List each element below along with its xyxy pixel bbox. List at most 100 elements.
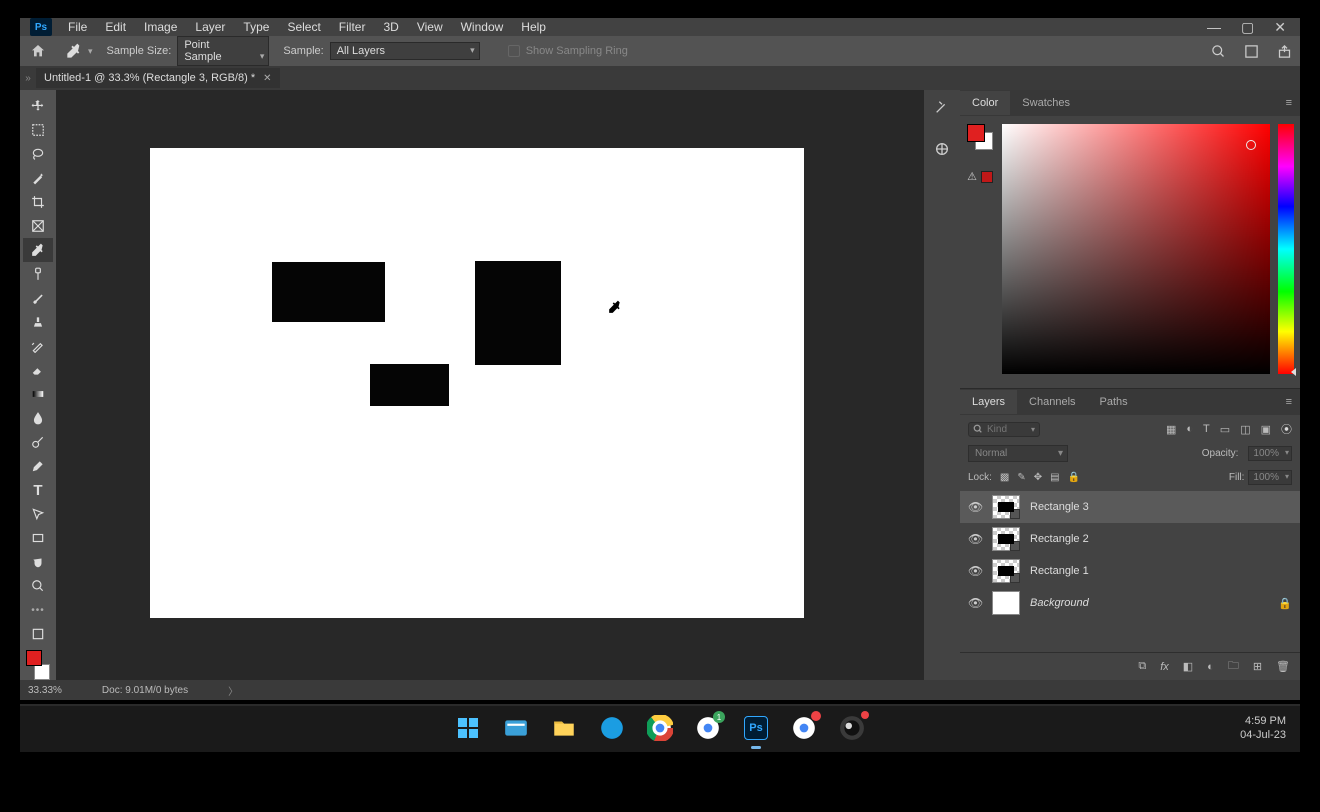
layer-name[interactable]: Background — [1030, 597, 1089, 609]
layer-item-background[interactable]: 👁 Background 🔒 — [960, 587, 1300, 619]
edge-browser-icon[interactable] — [597, 713, 627, 743]
menu-file[interactable]: File — [68, 20, 87, 34]
canvas[interactable] — [150, 148, 804, 618]
menu-select[interactable]: Select — [287, 20, 320, 34]
rectangle-shape-tool[interactable] — [23, 526, 53, 550]
lock-pixels-icon[interactable]: ✎ — [1017, 472, 1025, 483]
layer-name[interactable]: Rectangle 1 — [1030, 565, 1089, 577]
visibility-toggle-icon[interactable]: 👁 — [968, 532, 982, 546]
magic-wand-tool[interactable] — [23, 166, 53, 190]
blur-tool[interactable] — [23, 406, 53, 430]
doc-info[interactable]: Doc: 9.01M/0 bytes — [102, 685, 188, 696]
obs-icon[interactable] — [837, 713, 867, 743]
filter-shape-icon[interactable]: ▭ — [1220, 423, 1230, 436]
color-panel-fgbg[interactable] — [967, 124, 993, 150]
eraser-tool[interactable] — [23, 358, 53, 382]
swatches-tab[interactable]: Swatches — [1010, 91, 1082, 115]
chrome-profile-icon[interactable]: 1 — [693, 713, 723, 743]
brush-tool[interactable] — [23, 286, 53, 310]
sample-size-dropdown[interactable]: Point Sample — [177, 36, 269, 66]
layer-name[interactable]: Rectangle 3 — [1030, 501, 1089, 513]
lock-transparency-icon[interactable]: ▩ — [1000, 472, 1009, 483]
layers-panel-menu-icon[interactable]: ≡ — [1286, 396, 1300, 408]
layer-thumbnail[interactable] — [992, 559, 1020, 583]
link-layers-icon[interactable]: ⧉ — [1138, 660, 1146, 673]
filter-toggle-icon[interactable]: ⦿ — [1281, 421, 1292, 437]
sample-dropdown[interactable]: All Layers — [330, 42, 480, 60]
layers-tab[interactable]: Layers — [960, 390, 1017, 414]
gamut-warning[interactable]: ⚠ — [967, 170, 993, 183]
layer-name[interactable]: Rectangle 2 — [1030, 533, 1089, 545]
search-icon[interactable] — [1211, 44, 1226, 59]
canvas-viewport[interactable] — [56, 90, 924, 680]
frame-icon[interactable] — [1244, 44, 1259, 59]
screen-mode-icon[interactable] — [23, 622, 53, 646]
clone-stamp-tool[interactable] — [23, 310, 53, 334]
eyedropper-tool-indicator-icon[interactable] — [62, 41, 86, 61]
menu-window[interactable]: Window — [461, 20, 504, 34]
menu-image[interactable]: Image — [144, 20, 177, 34]
filter-type-icon[interactable]: T — [1203, 423, 1210, 435]
crop-tool[interactable] — [23, 190, 53, 214]
new-layer-icon[interactable]: ⊞ — [1253, 660, 1262, 673]
minimize-button[interactable]: — — [1207, 19, 1221, 36]
filter-artboard-icon[interactable]: ▣ — [1261, 423, 1271, 436]
taskbar-app-1[interactable] — [501, 713, 531, 743]
foreground-background-color[interactable] — [23, 650, 53, 680]
lasso-tool[interactable] — [23, 142, 53, 166]
chrome-alt-icon[interactable] — [789, 713, 819, 743]
status-caret-icon[interactable]: 〉 — [228, 683, 238, 698]
system-tray-clock[interactable]: 4:59 PM 04-Jul-23 — [1240, 714, 1286, 742]
close-tab-icon[interactable]: ✕ — [263, 73, 271, 84]
visibility-toggle-icon[interactable]: 👁 — [968, 596, 982, 610]
blend-mode-dropdown[interactable]: Normal — [968, 445, 1068, 462]
filter-pixel-icon[interactable]: ▦ — [1166, 423, 1176, 436]
gradient-tool[interactable] — [23, 382, 53, 406]
history-brush-tool[interactable] — [23, 334, 53, 358]
fill-input[interactable]: 100% — [1248, 470, 1292, 485]
channels-tab[interactable]: Channels — [1017, 390, 1087, 414]
opacity-input[interactable]: 100% — [1248, 446, 1292, 461]
menu-edit[interactable]: Edit — [105, 20, 126, 34]
path-selection-tool[interactable] — [23, 502, 53, 526]
zoom-level[interactable]: 33.33% — [28, 685, 62, 696]
visibility-toggle-icon[interactable]: 👁 — [968, 500, 982, 514]
edit-toolbar-icon[interactable]: ••• — [23, 598, 53, 622]
color-panel-menu-icon[interactable]: ≡ — [1286, 97, 1300, 109]
adjustments-panel-icon[interactable] — [931, 138, 953, 160]
hand-tool[interactable] — [23, 550, 53, 574]
brushes-panel-icon[interactable] — [931, 96, 953, 118]
group-icon[interactable]: 🗀 — [1228, 657, 1239, 676]
move-tool[interactable] — [23, 94, 53, 118]
eyedropper-tool[interactable] — [23, 238, 53, 262]
hue-slider-handle-icon[interactable] — [1291, 368, 1296, 376]
filter-smart-icon[interactable]: ◫ — [1240, 423, 1250, 436]
layer-mask-icon[interactable]: ◧ — [1183, 660, 1193, 673]
menu-layer[interactable]: Layer — [195, 20, 225, 34]
tab-handle-icon[interactable]: » — [20, 73, 36, 84]
layer-item-rectangle-3[interactable]: 👁 Rectangle 3 — [960, 491, 1300, 523]
layer-style-icon[interactable]: fx — [1160, 661, 1169, 673]
layer-item-rectangle-2[interactable]: 👁 Rectangle 2 — [960, 523, 1300, 555]
photoshop-taskbar-icon[interactable]: Ps — [741, 713, 771, 743]
lock-artboard-icon[interactable]: ▤ — [1050, 472, 1059, 483]
delete-layer-icon[interactable]: 🗑 — [1276, 660, 1290, 673]
document-tab[interactable]: Untitled-1 @ 33.3% (Rectangle 3, RGB/8) … — [36, 68, 280, 88]
lock-all-icon[interactable]: 🔒 — [1068, 472, 1080, 483]
home-icon[interactable] — [28, 43, 48, 59]
paths-tab[interactable]: Paths — [1088, 390, 1140, 414]
marquee-tool[interactable] — [23, 118, 53, 142]
healing-brush-tool[interactable] — [23, 262, 53, 286]
chrome-icon[interactable] — [645, 713, 675, 743]
layer-thumbnail[interactable] — [992, 591, 1020, 615]
color-fg-swatch[interactable] — [967, 124, 985, 142]
zoom-tool[interactable] — [23, 574, 53, 598]
layer-search-input[interactable] — [987, 424, 1027, 435]
color-field[interactable] — [1002, 124, 1270, 374]
filter-adjust-icon[interactable]: ◐ — [1186, 423, 1193, 435]
adjustment-layer-icon[interactable]: ◐ — [1207, 661, 1214, 673]
layer-thumbnail[interactable] — [992, 527, 1020, 551]
type-tool[interactable]: T — [23, 478, 53, 502]
visibility-toggle-icon[interactable]: 👁 — [968, 564, 982, 578]
lock-icon[interactable]: 🔒 — [1278, 597, 1292, 610]
